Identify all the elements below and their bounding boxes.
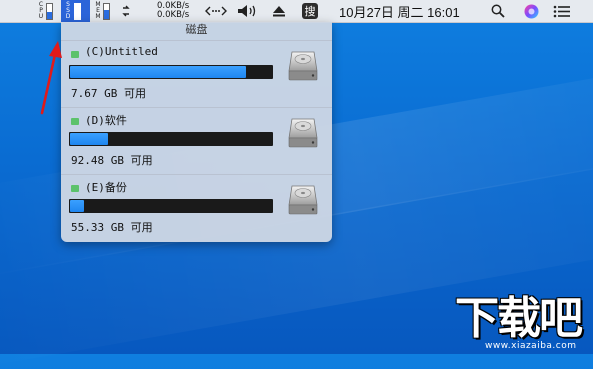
mem-meter xyxy=(103,2,110,20)
drive-row[interactable]: (D)软件 92.48 GB 可用 xyxy=(61,108,332,175)
disk-panel: 磁盘 (C)Untitled 7.67 GB 可用 (D)软件 92.48 GB… xyxy=(61,22,332,242)
drive-status-led xyxy=(71,185,79,192)
ssd-gauge[interactable]: SSD xyxy=(65,0,81,22)
drive-usage-bar xyxy=(69,65,273,79)
mem-label: MEM xyxy=(95,1,101,20)
volume-icon[interactable] xyxy=(237,0,259,22)
net-download: 0.0KB/s xyxy=(157,10,190,20)
panel-title: 磁盘 xyxy=(61,22,332,41)
clock-text: 10月27日 周二 16:01 xyxy=(339,4,460,20)
spotlight-icon[interactable] xyxy=(491,0,505,22)
drive-status-led xyxy=(71,51,79,58)
mem-gauge[interactable]: MEM xyxy=(95,0,110,22)
network-icon[interactable] xyxy=(205,0,227,22)
drive-usage-bar xyxy=(69,132,273,146)
drive-usage-fill xyxy=(70,66,246,78)
hard-drive-icon xyxy=(288,185,318,215)
search-app-icon[interactable]: 搜 xyxy=(302,0,318,22)
watermark-url: www.xiazaiba.com xyxy=(485,341,577,351)
eject-icon[interactable] xyxy=(272,0,286,22)
hard-drive-icon xyxy=(288,118,318,148)
menu-bar: CPU SSD MEM 0.0KB/s 0.0KB/s 搜 10月27日 周二 … xyxy=(0,0,593,23)
menubar-clock[interactable]: 10月27日 周二 16:01 xyxy=(339,0,460,22)
watermark-logo: 下载吧 www.xiazaiba.com xyxy=(455,295,593,354)
ssd-label: SSD xyxy=(65,1,71,20)
drive-free-space: 55.33 GB 可用 xyxy=(71,221,153,234)
hard-drive-icon xyxy=(288,51,318,81)
watermark-brand: 下载吧 xyxy=(455,293,583,344)
drive-row[interactable]: (E)备份 55.33 GB 可用 xyxy=(61,175,332,241)
swap-icon[interactable] xyxy=(121,0,131,22)
network-speed[interactable]: 0.0KB/s 0.0KB/s xyxy=(157,0,189,22)
drive-free-space: 7.67 GB 可用 xyxy=(71,87,146,100)
drive-free-space: 92.48 GB 可用 xyxy=(71,154,153,167)
cpu-meter xyxy=(46,2,53,20)
siri-icon[interactable] xyxy=(524,0,539,22)
drive-name: (E)备份 xyxy=(85,181,127,194)
control-center-icon[interactable] xyxy=(553,0,571,22)
drive-usage-fill xyxy=(70,133,108,145)
ssd-meter xyxy=(74,2,81,20)
drive-name: (C)Untitled xyxy=(85,45,158,58)
cpu-gauge[interactable]: CPU xyxy=(38,0,53,22)
cpu-label: CPU xyxy=(38,1,44,20)
drive-status-led xyxy=(71,118,79,125)
drive-name: (D)软件 xyxy=(85,114,127,127)
drive-row[interactable]: (C)Untitled 7.67 GB 可用 xyxy=(61,41,332,108)
drive-usage-fill xyxy=(70,200,84,212)
drive-usage-bar xyxy=(69,199,273,213)
